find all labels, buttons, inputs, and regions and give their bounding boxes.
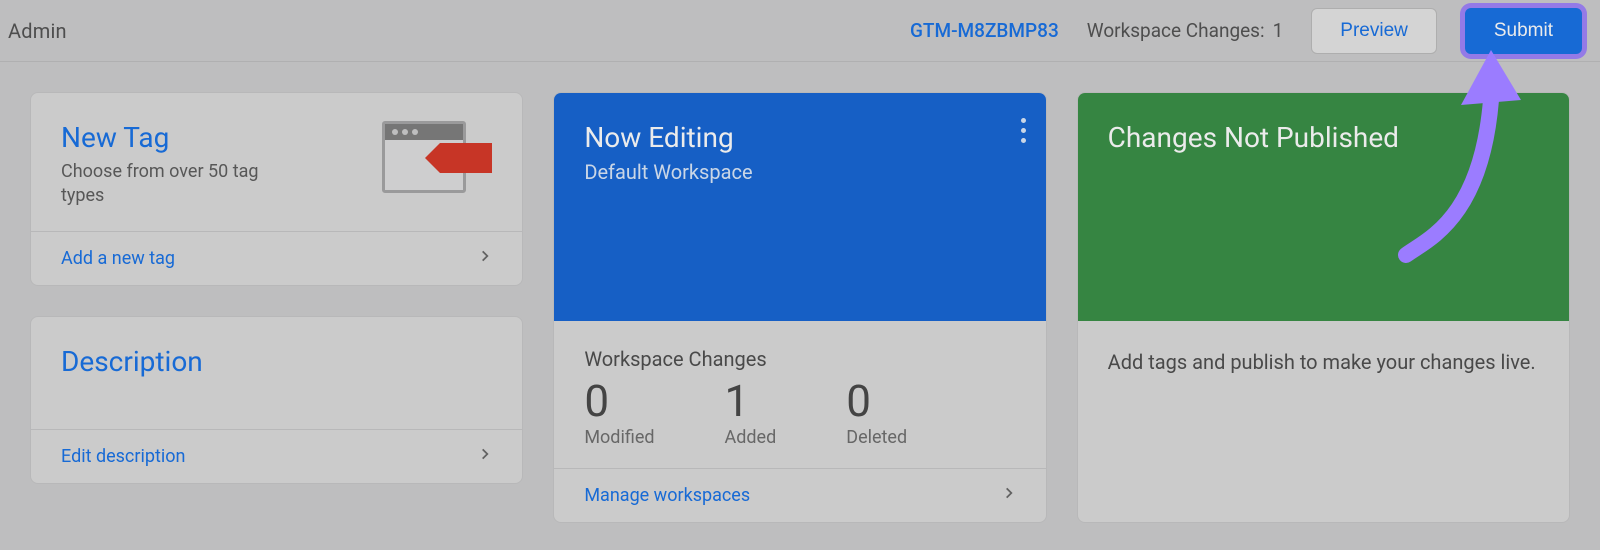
workspace-name: Default Workspace [584, 160, 1015, 184]
more-menu-icon[interactable] [1021, 113, 1026, 148]
chevron-right-icon [1002, 482, 1016, 509]
new-tag-subtitle: Choose from over 50 tag types [61, 160, 281, 209]
workspace-changes-title: Workspace Changes [584, 347, 1015, 371]
now-editing-title: Now Editing [584, 121, 1015, 154]
description-title: Description [61, 345, 492, 378]
chevron-right-icon [478, 443, 492, 470]
add-new-tag-link[interactable]: Add a new tag [31, 231, 522, 285]
new-tag-icon [382, 121, 492, 199]
new-tag-card: New Tag Choose from over 50 tag types Ad… [30, 92, 523, 286]
stat-deleted-label: Deleted [846, 427, 907, 448]
left-column: New Tag Choose from over 50 tag types Ad… [30, 92, 523, 523]
workspace-changes-stats: 0 Modified 1 Added 0 Deleted [584, 375, 1015, 448]
workspace-changes-count: 1 [1273, 19, 1284, 42]
publish-title: Changes Not Published [1108, 121, 1539, 154]
stat-modified-label: Modified [584, 427, 654, 448]
publish-card: Changes Not Published Add tags and publi… [1077, 92, 1570, 523]
top-bar-right: GTM-M8ZBMP83 Workspace Changes: 1 Previe… [910, 8, 1582, 54]
container-id[interactable]: GTM-M8ZBMP83 [910, 19, 1059, 42]
description-card: Description Edit description [30, 316, 523, 484]
stat-deleted-value: 0 [846, 375, 907, 427]
stat-modified: 0 Modified [584, 375, 654, 448]
stat-added: 1 Added [725, 375, 777, 448]
stat-modified-value: 0 [584, 375, 654, 427]
chevron-right-icon [478, 245, 492, 272]
workspace-changes-indicator: Workspace Changes: 1 [1087, 19, 1284, 42]
page-title: Admin [8, 19, 67, 43]
top-bar: Admin GTM-M8ZBMP83 Workspace Changes: 1 … [0, 0, 1600, 62]
add-new-tag-label: Add a new tag [61, 248, 175, 269]
manage-workspaces-link[interactable]: Manage workspaces [554, 468, 1045, 522]
new-tag-title: New Tag [61, 121, 281, 154]
overview-grid: New Tag Choose from over 50 tag types Ad… [0, 62, 1600, 550]
manage-workspaces-label: Manage workspaces [584, 485, 750, 506]
stat-added-value: 1 [725, 375, 777, 427]
edit-description-link[interactable]: Edit description [31, 429, 522, 483]
stat-added-label: Added [725, 427, 777, 448]
submit-button[interactable]: Submit [1465, 8, 1582, 54]
workspace-changes-label: Workspace Changes: [1087, 19, 1265, 42]
preview-button[interactable]: Preview [1311, 8, 1437, 54]
publish-body-text: Add tags and publish to make your change… [1108, 349, 1539, 376]
edit-description-label: Edit description [61, 446, 185, 467]
now-editing-card: Now Editing Default Workspace Workspace … [553, 92, 1046, 523]
stat-deleted: 0 Deleted [846, 375, 907, 448]
